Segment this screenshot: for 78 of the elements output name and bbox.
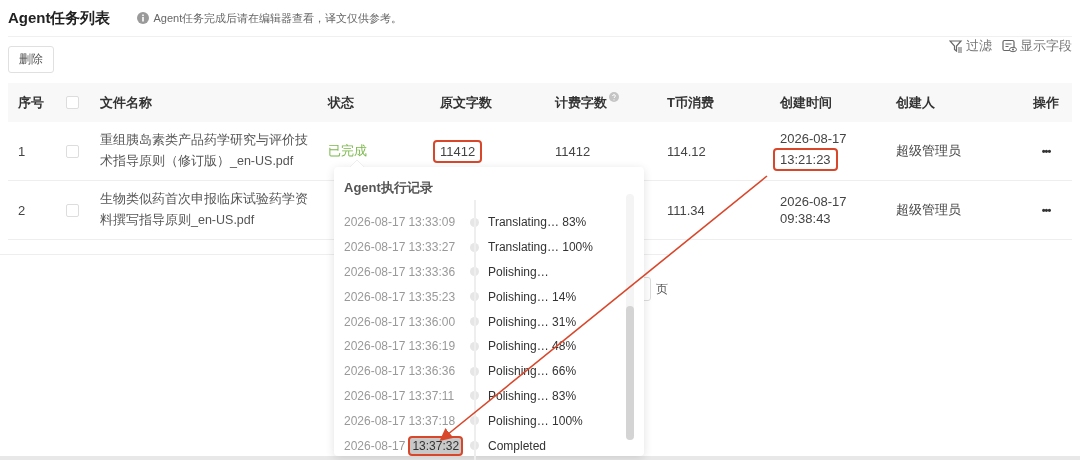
scrollbar-thumb[interactable] (626, 306, 634, 440)
timeline-dot (470, 317, 479, 327)
column-header: 创建时间 (780, 93, 832, 112)
event-text: Polishing… 31% (488, 314, 577, 329)
event-text: Translating… 83% (488, 215, 587, 230)
table-cell: 超级管理员 (896, 201, 961, 219)
event-text: Translating… 100% (488, 240, 593, 255)
time-text: 09:38:43 (780, 211, 831, 226)
info-icon (136, 12, 149, 24)
timeline-dot (470, 391, 479, 401)
date-text: 2026-08-17 (780, 194, 847, 209)
timestamp-date: 2026-08-17 (344, 413, 406, 428)
document-eye-icon (1002, 38, 1017, 53)
timeline-dot (470, 267, 479, 277)
timestamp-time: 13:37:11 (408, 388, 455, 403)
table-cell: 111.34 (667, 202, 705, 218)
row-number: 1 (18, 143, 26, 159)
column-header: 计费字数 (555, 93, 607, 112)
page-label: 页 (656, 280, 668, 298)
delete-button[interactable]: 删除 (8, 46, 54, 73)
event-text: Completed (488, 438, 547, 453)
timeline-dot (470, 217, 479, 227)
more-button[interactable]: ••• (1041, 145, 1051, 157)
column-header: 文件名称 (100, 93, 152, 112)
date-text: 2026-08-17 (780, 131, 847, 146)
event-text: Polishing… (488, 265, 549, 279)
table-cell: 超级管理员 (896, 142, 961, 160)
timestamp-date: 2026-08-17 (344, 388, 406, 403)
timestamp-date: 2026-08-17 (344, 339, 406, 354)
checkbox[interactable] (66, 203, 79, 217)
file-name: 生物类似药首次申报临床试验药学资料撰写指导原则_en-US.pdf (100, 191, 309, 229)
timeline-dot (470, 366, 479, 376)
table-cell: 11412 (433, 139, 483, 163)
timeline-dot (470, 242, 479, 252)
popover-title: Agent执行记录 (343, 179, 434, 197)
timeline-dot (470, 341, 479, 351)
timestamp-time: 13:36:19 (408, 339, 456, 354)
timestamp-time: 13:36:36 (408, 364, 456, 379)
checkbox[interactable] (66, 96, 79, 109)
table-cell: 114.12 (667, 143, 706, 159)
status-text: 已完成 (328, 142, 367, 160)
timestamp-date: 2026-08-17 (344, 314, 406, 329)
filter-button[interactable]: 过滤 (949, 36, 992, 55)
help-icon (609, 91, 619, 102)
timestamp-time: 13:36:00 (408, 314, 456, 329)
column-header: 序号 (18, 93, 44, 112)
file-name: 重组胰岛素类产品药学研究与评价技术指导原则（修订版）_en-US.pdf (100, 132, 309, 170)
timestamp-date: 2026-08-17 (344, 438, 406, 453)
column-header: 创建人 (896, 93, 935, 112)
event-text: Polishing… 14% (488, 289, 577, 304)
timestamp-date: 2026-08-17 (344, 265, 406, 279)
timestamp-time: 13:33:36 (408, 265, 456, 279)
row-number: 2 (18, 202, 26, 218)
timeline-dot (470, 416, 479, 426)
column-header: 原文字数 (440, 93, 492, 112)
timestamp-time: 13:33:09 (408, 215, 456, 230)
timestamp-time: 13:35:23 (408, 289, 456, 304)
checkbox[interactable] (66, 144, 79, 158)
time-text: 13:21:23 (773, 148, 838, 171)
column-header: T币消费 (667, 93, 714, 112)
event-text: Polishing… 100% (488, 413, 583, 428)
timestamp-date: 2026-08-17 (344, 215, 406, 230)
page-title: Agent任务列表 (8, 8, 111, 28)
timestamp-date: 2026-08-17 (344, 364, 406, 379)
timestamp-time: 13:37:18 (408, 413, 456, 428)
filter-icon (949, 38, 963, 53)
column-header: 状态 (328, 93, 354, 112)
hint-text: Agent任务完成后请在编辑器查看，译文仅供参考。 (153, 10, 403, 26)
more-button[interactable]: ••• (1041, 204, 1051, 216)
timeline-dot (470, 441, 479, 451)
timestamp-date: 2026-08-17 (344, 289, 406, 304)
timestamp-time: 13:37:32 (408, 435, 464, 456)
display-fields-button[interactable]: 显示字段 (1002, 36, 1072, 55)
timeline-dot (470, 292, 479, 302)
timestamp-date: 2026-08-17 (344, 240, 406, 255)
column-header: 操作 (1033, 93, 1059, 112)
timestamp-time: 13:33:27 (408, 240, 456, 255)
table-cell: 11412 (555, 143, 591, 159)
